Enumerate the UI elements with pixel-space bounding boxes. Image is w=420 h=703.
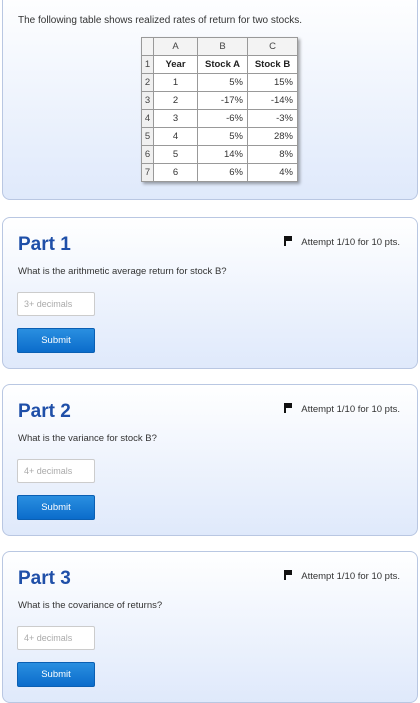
attempt-info: Attempt 1/10 for 10 pts.: [284, 570, 400, 582]
table-cell: -3%: [247, 109, 298, 128]
corner-cell: [141, 37, 154, 56]
attempt-info: Attempt 1/10 for 10 pts.: [284, 236, 400, 248]
answer-input[interactable]: [17, 459, 95, 483]
table-cell: 28%: [247, 127, 298, 146]
table-cell: 6%: [197, 163, 248, 182]
row-number: 6: [141, 145, 154, 164]
intro-card: The following table shows realized rates…: [2, 0, 418, 200]
question-text: What is the covariance of returns?: [18, 600, 163, 611]
table-cell: 4: [153, 127, 198, 146]
table-cell: 14%: [197, 145, 248, 164]
column-header: C: [247, 37, 298, 56]
attempt-info: Attempt 1/10 for 10 pts.: [284, 403, 400, 415]
row-number: 4: [141, 109, 154, 128]
table-cell: Year: [153, 55, 198, 74]
table-cell: 1: [153, 73, 198, 92]
question-text: What is the arithmetic average return fo…: [18, 266, 227, 277]
table-row: 4 3 -6% -3%: [141, 109, 298, 128]
table-cell: 4%: [247, 163, 298, 182]
part-1-card: Part 1 Attempt 1/10 for 10 pts. What is …: [2, 217, 418, 369]
table-cell: 15%: [247, 73, 298, 92]
attempt-text: Attempt 1/10 for 10 pts.: [301, 237, 400, 248]
row-number: 2: [141, 73, 154, 92]
row-number: 5: [141, 127, 154, 146]
part-2-card: Part 2 Attempt 1/10 for 10 pts. What is …: [2, 384, 418, 536]
table-row: 1 Year Stock A Stock B: [141, 55, 298, 74]
row-number: 1: [141, 55, 154, 74]
table-header-row: A B C: [141, 37, 298, 56]
table-row: 5 4 5% 28%: [141, 127, 298, 146]
table-row: 7 6 6% 4%: [141, 163, 298, 182]
flag-icon: [284, 236, 293, 246]
part-3-card: Part 3 Attempt 1/10 for 10 pts. What is …: [2, 551, 418, 703]
table-cell: 3: [153, 109, 198, 128]
table-cell: Stock A: [197, 55, 248, 74]
table-cell: Stock B: [247, 55, 298, 74]
attempt-text: Attempt 1/10 for 10 pts.: [301, 404, 400, 415]
table-cell: 2: [153, 91, 198, 110]
answer-input[interactable]: [17, 626, 95, 650]
submit-button[interactable]: Submit: [17, 495, 95, 520]
returns-table: A B C 1 Year Stock A Stock B 2 1 5% 15% …: [141, 37, 298, 182]
table-row: 6 5 14% 8%: [141, 145, 298, 164]
table-cell: -17%: [197, 91, 248, 110]
column-header: B: [197, 37, 248, 56]
row-number: 7: [141, 163, 154, 182]
flag-icon: [284, 570, 293, 580]
flag-icon: [284, 403, 293, 413]
table-cell: 5%: [197, 73, 248, 92]
table-row: 3 2 -17% -14%: [141, 91, 298, 110]
table-row: 2 1 5% 15%: [141, 73, 298, 92]
row-number: 3: [141, 91, 154, 110]
part-title: Part 3: [18, 568, 71, 589]
table-cell: 6: [153, 163, 198, 182]
table-cell: 8%: [247, 145, 298, 164]
table-cell: -14%: [247, 91, 298, 110]
part-title: Part 1: [18, 234, 71, 255]
intro-text: The following table shows realized rates…: [18, 15, 303, 26]
table-cell: 5%: [197, 127, 248, 146]
column-header: A: [153, 37, 198, 56]
part-title: Part 2: [18, 401, 71, 422]
table-cell: -6%: [197, 109, 248, 128]
submit-button[interactable]: Submit: [17, 328, 95, 353]
table-cell: 5: [153, 145, 198, 164]
question-text: What is the variance for stock B?: [18, 433, 157, 444]
attempt-text: Attempt 1/10 for 10 pts.: [301, 571, 400, 582]
answer-input[interactable]: [17, 292, 95, 316]
submit-button[interactable]: Submit: [17, 662, 95, 687]
